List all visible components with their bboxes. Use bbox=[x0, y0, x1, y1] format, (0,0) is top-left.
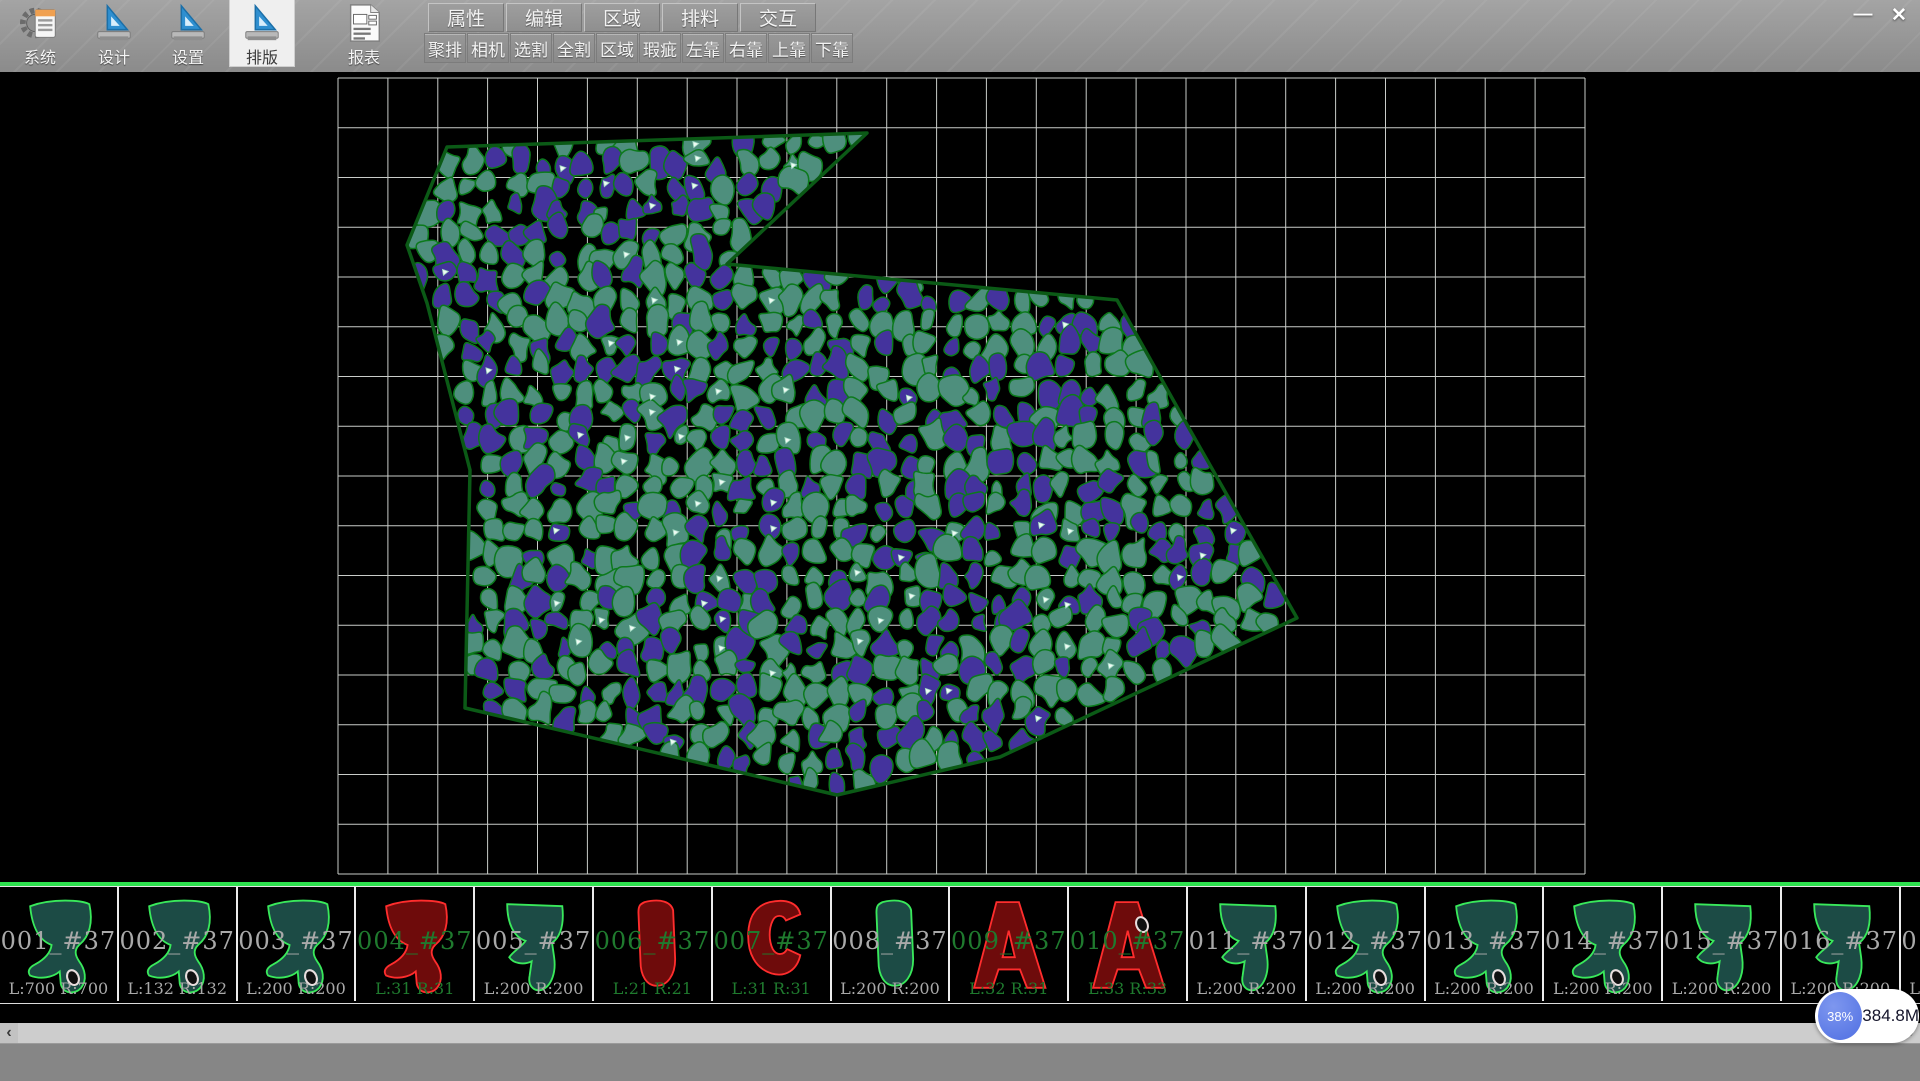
piece-size: L:200 R:200 bbox=[238, 979, 355, 998]
thumbnail-cell[interactable]: 014_#37 L:200 R:200 bbox=[1544, 887, 1663, 1001]
thumbnail-cell[interactable]: 008_#37 L:200 R:200 bbox=[832, 887, 951, 1001]
minimize-button[interactable]: — bbox=[1846, 2, 1880, 28]
app-button-setup[interactable]: 设置 bbox=[156, 0, 220, 66]
report-icon bbox=[343, 2, 385, 44]
piece-name: 014_#37 bbox=[1544, 927, 1661, 955]
scroll-left-arrow[interactable]: ‹ bbox=[0, 1023, 18, 1043]
thumbnail-cell[interactable]: 007_#37 L:31 R:31 bbox=[713, 887, 832, 1001]
piece-name: 006_#37 bbox=[594, 927, 711, 955]
set-square-icon bbox=[93, 2, 135, 44]
tool-button-defect[interactable]: 瑕疵 bbox=[639, 33, 681, 63]
piece-name: 009_#37 bbox=[950, 927, 1067, 955]
piece-size: L:200 R:200 bbox=[475, 979, 592, 998]
thumbnail-strip[interactable]: 001_#37L:700 R:700002_#37L:132 R:132003_… bbox=[0, 886, 1920, 1004]
menu-tab-properties[interactable]: 属性 bbox=[428, 3, 504, 32]
gear-icon bbox=[19, 2, 61, 44]
app-button-report[interactable]: 报表 bbox=[332, 0, 396, 66]
piece-name: 008_#37 bbox=[832, 927, 949, 955]
piece-size: L:31 R:31 bbox=[356, 979, 473, 998]
piece-size: L:31 R:31 bbox=[713, 979, 830, 998]
thumbnail-cell[interactable]: 017_#37L:200 R:200 bbox=[1901, 887, 1920, 1001]
app-button-label: 系统 bbox=[8, 44, 72, 68]
menu-tab-row: 属性编辑区域排料交互 bbox=[428, 3, 818, 31]
tool-button-row: 聚排相机选割全割区域瑕疵左靠右靠上靠下靠 bbox=[424, 33, 854, 62]
nested-pieces bbox=[405, 124, 1285, 798]
progress-pill: 38% 384.8M bbox=[1815, 989, 1919, 1043]
piece-size: L:32 R:31 bbox=[950, 979, 1067, 998]
piece-size: L:200 R:200 bbox=[1426, 979, 1543, 998]
piece-name: 004_#37 bbox=[356, 927, 473, 955]
tool-button-cut-all[interactable]: 全割 bbox=[553, 33, 595, 63]
piece-name: 011_#37 bbox=[1188, 927, 1305, 955]
thumbnail-cell[interactable]: 003_#37 L:200 R:200 bbox=[238, 887, 357, 1001]
thumbnail-cell[interactable]: 011_#37 L:200 R:200 bbox=[1188, 887, 1307, 1001]
app-button-layout[interactable]: 排版 bbox=[230, 0, 294, 66]
thumbnail-cell[interactable]: 013_#37 L:200 R:200 bbox=[1426, 887, 1545, 1001]
top-toolbar: 系统设计设置排版 报表 属性编辑区域排料交互 聚排相机选割全割区域瑕疵左靠右靠上靠… bbox=[0, 0, 1920, 73]
piece-name: 012_#37 bbox=[1307, 927, 1424, 955]
app-button-label: 设计 bbox=[82, 44, 146, 68]
thumbnail-cell[interactable]: 006_#37 L:21 R:21 bbox=[594, 887, 713, 1001]
menu-tab-nesting[interactable]: 排料 bbox=[662, 3, 738, 32]
piece-name: 015_#37 bbox=[1663, 927, 1780, 955]
progress-percent-badge: 38% bbox=[1818, 992, 1862, 1040]
tool-button-snap-bottom[interactable]: 下靠 bbox=[811, 33, 853, 63]
piece-size: L:21 R:21 bbox=[594, 979, 711, 998]
tool-button-select-cut[interactable]: 选割 bbox=[510, 33, 552, 63]
set-square-icon bbox=[241, 2, 283, 44]
thumbnail-cell[interactable]: 002_#37 L:132 R:132 bbox=[119, 887, 238, 1001]
memory-usage: 384.8M bbox=[1862, 1006, 1919, 1026]
tool-button-camera[interactable]: 相机 bbox=[467, 33, 509, 63]
tool-button-cluster-nest[interactable]: 聚排 bbox=[424, 33, 466, 63]
piece-size: L:200 R:200 bbox=[1188, 979, 1305, 998]
piece-size: L:200 R:200 bbox=[1307, 979, 1424, 998]
piece-name: 017_#37 bbox=[1901, 927, 1920, 955]
status-bar bbox=[0, 1043, 1920, 1081]
thumbnail-cell[interactable]: 004_#37 L:31 R:31 bbox=[356, 887, 475, 1001]
piece-name: 013_#37 bbox=[1426, 927, 1543, 955]
nesting-canvas[interactable] bbox=[0, 72, 1920, 882]
menu-tab-edit[interactable]: 编辑 bbox=[506, 3, 582, 32]
piece-name: 002_#37 bbox=[119, 927, 236, 955]
horizontal-scrollbar[interactable]: ‹ › bbox=[0, 1023, 1920, 1043]
thumbnail-cell[interactable]: 005_#37 L:200 R:200 bbox=[475, 887, 594, 1001]
piece-size: L:700 R:700 bbox=[0, 979, 117, 998]
tool-button-snap-top[interactable]: 上靠 bbox=[768, 33, 810, 63]
piece-name: 016_#37 bbox=[1782, 927, 1899, 955]
menu-tab-region[interactable]: 区域 bbox=[584, 3, 660, 32]
thumbnail-cell[interactable]: 010_#37 L:33 R:33 bbox=[1069, 887, 1188, 1001]
nesting-canvas-area[interactable] bbox=[0, 72, 1920, 882]
close-button[interactable]: ✕ bbox=[1882, 2, 1916, 28]
tool-button-snap-right[interactable]: 右靠 bbox=[725, 33, 767, 63]
window-controls: — ✕ bbox=[1844, 2, 1916, 28]
set-square-icon bbox=[167, 2, 209, 44]
thumbnail-cell[interactable]: 012_#37 L:200 R:200 bbox=[1307, 887, 1426, 1001]
app-button-label: 设置 bbox=[156, 44, 220, 68]
piece-size: L:200 R:200 bbox=[832, 979, 949, 998]
piece-size: L:132 R:132 bbox=[119, 979, 236, 998]
app-button-design[interactable]: 设计 bbox=[82, 0, 146, 66]
piece-size: L:33 R:33 bbox=[1069, 979, 1186, 998]
tool-button-region[interactable]: 区域 bbox=[596, 33, 638, 63]
thumbnail-cell[interactable]: 001_#37 L:700 R:700 bbox=[0, 887, 119, 1001]
app-button-label: 排版 bbox=[230, 44, 294, 68]
menu-tab-interact[interactable]: 交互 bbox=[740, 3, 816, 32]
piece-name: 007_#37 bbox=[713, 927, 830, 955]
progress-percent: 38% bbox=[1827, 1009, 1853, 1024]
piece-name: 005_#37 bbox=[475, 927, 592, 955]
app-button-system[interactable]: 系统 bbox=[8, 0, 72, 66]
piece-name: 003_#37 bbox=[238, 927, 355, 955]
app-button-label: 报表 bbox=[332, 44, 396, 68]
piece-name: 010_#37 bbox=[1069, 927, 1186, 955]
piece-size: L:200 R:200 bbox=[1544, 979, 1661, 998]
piece-name: 001_#37 bbox=[0, 927, 117, 955]
piece-size: L:200 R:200 bbox=[1663, 979, 1780, 998]
thumbnail-cell[interactable]: 009_#37 L:32 R:31 bbox=[950, 887, 1069, 1001]
thumbnail-cell[interactable]: 016_#37L:200 R:200 bbox=[1782, 887, 1901, 1001]
thumbnail-cell[interactable]: 015_#37 L:200 R:200 bbox=[1663, 887, 1782, 1001]
tool-button-snap-left[interactable]: 左靠 bbox=[682, 33, 724, 63]
